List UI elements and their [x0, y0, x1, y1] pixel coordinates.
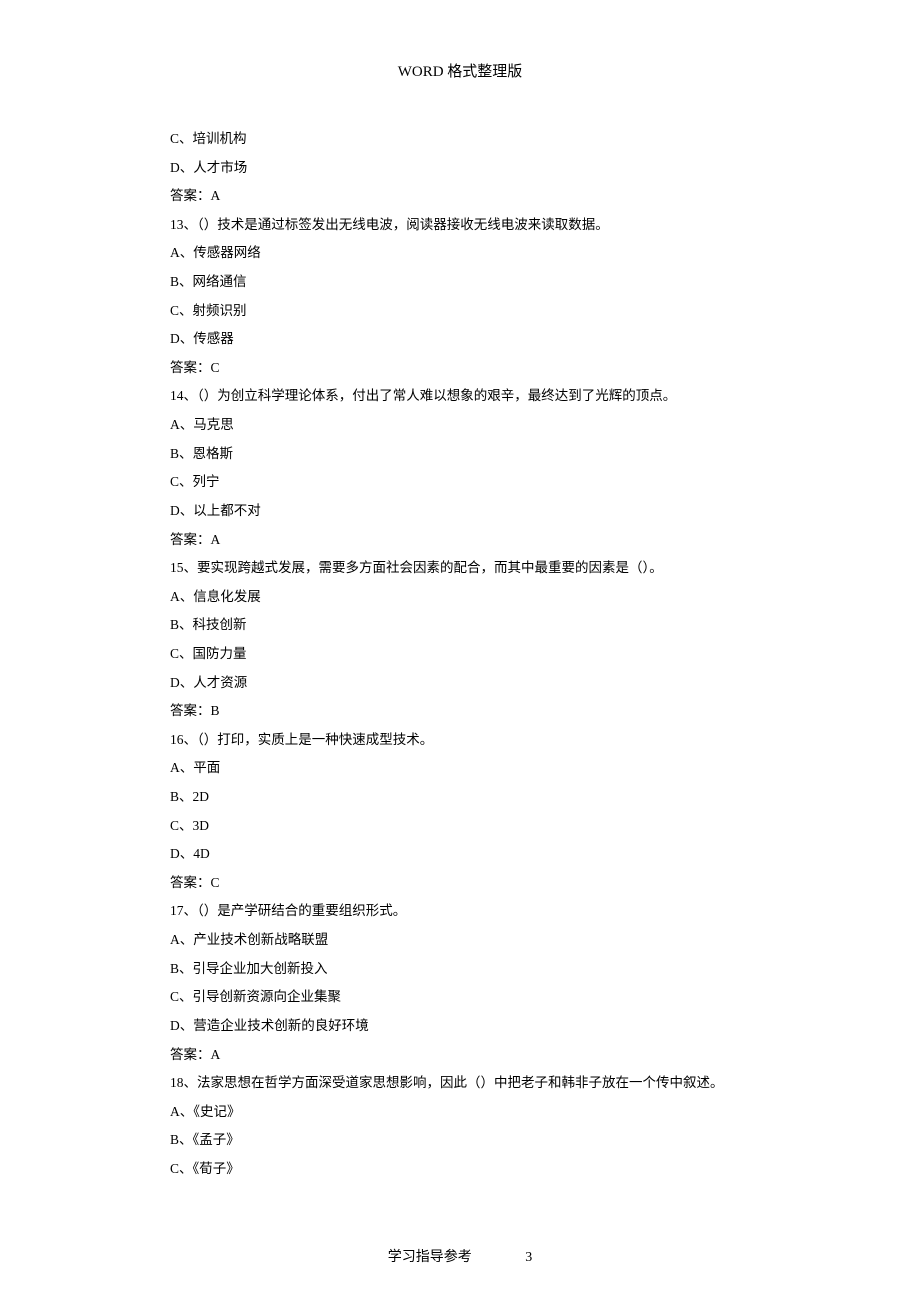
text-line: A、产业技术创新战略联盟 [170, 926, 750, 955]
text-line: A、传感器网络 [170, 239, 750, 268]
text-line: D、人才市场 [170, 154, 750, 183]
text-line: A、信息化发展 [170, 583, 750, 612]
text-line: D、人才资源 [170, 669, 750, 698]
text-line: D、以上都不对 [170, 497, 750, 526]
answer-line: 答案：A [170, 1041, 750, 1070]
answer-line: 答案：B [170, 697, 750, 726]
answer-line: 答案：C [170, 869, 750, 898]
text-line: C、《荀子》 [170, 1155, 750, 1184]
question-line: 16、（）打印，实质上是一种快速成型技术。 [170, 726, 750, 755]
text-line: C、3D [170, 812, 750, 841]
document-page: WORD 格式整理版 C、培训机构 D、人才市场 答案：A 13、（）技术是通过… [0, 0, 920, 1302]
page-number: 3 [525, 1250, 532, 1266]
text-line: B、2D [170, 783, 750, 812]
text-line: A、马克思 [170, 411, 750, 440]
text-line: A、平面 [170, 754, 750, 783]
text-line: C、列宁 [170, 468, 750, 497]
page-header: WORD 格式整理版 [170, 60, 750, 81]
text-line: C、射频识别 [170, 297, 750, 326]
document-body: C、培训机构 D、人才市场 答案：A 13、（）技术是通过标签发出无线电波，阅读… [170, 125, 750, 1184]
page-footer: 学习指导参考 3 [0, 1246, 920, 1266]
question-line: 18、法家思想在哲学方面深受道家思想影响，因此（）中把老子和韩非子放在一个传中叙… [170, 1069, 750, 1098]
answer-line: 答案：A [170, 526, 750, 555]
text-line: D、营造企业技术创新的良好环境 [170, 1012, 750, 1041]
question-line: 14、（）为创立科学理论体系，付出了常人难以想象的艰辛，最终达到了光辉的顶点。 [170, 382, 750, 411]
text-line: B、科技创新 [170, 611, 750, 640]
question-line: 15、要实现跨越式发展，需要多方面社会因素的配合，而其中最重要的因素是（）。 [170, 554, 750, 583]
question-line: 17、（）是产学研结合的重要组织形式。 [170, 897, 750, 926]
text-line: B、《孟子》 [170, 1126, 750, 1155]
text-line: C、培训机构 [170, 125, 750, 154]
text-line: C、引导创新资源向企业集聚 [170, 983, 750, 1012]
text-line: B、恩格斯 [170, 440, 750, 469]
text-line: D、传感器 [170, 325, 750, 354]
text-line: A、《史记》 [170, 1098, 750, 1127]
answer-line: 答案：C [170, 354, 750, 383]
text-line: D、4D [170, 840, 750, 869]
text-line: B、引导企业加大创新投入 [170, 955, 750, 984]
footer-label: 学习指导参考 [388, 1246, 472, 1266]
answer-line: 答案：A [170, 182, 750, 211]
question-line: 13、（）技术是通过标签发出无线电波，阅读器接收无线电波来读取数据。 [170, 211, 750, 240]
text-line: C、国防力量 [170, 640, 750, 669]
text-line: B、网络通信 [170, 268, 750, 297]
